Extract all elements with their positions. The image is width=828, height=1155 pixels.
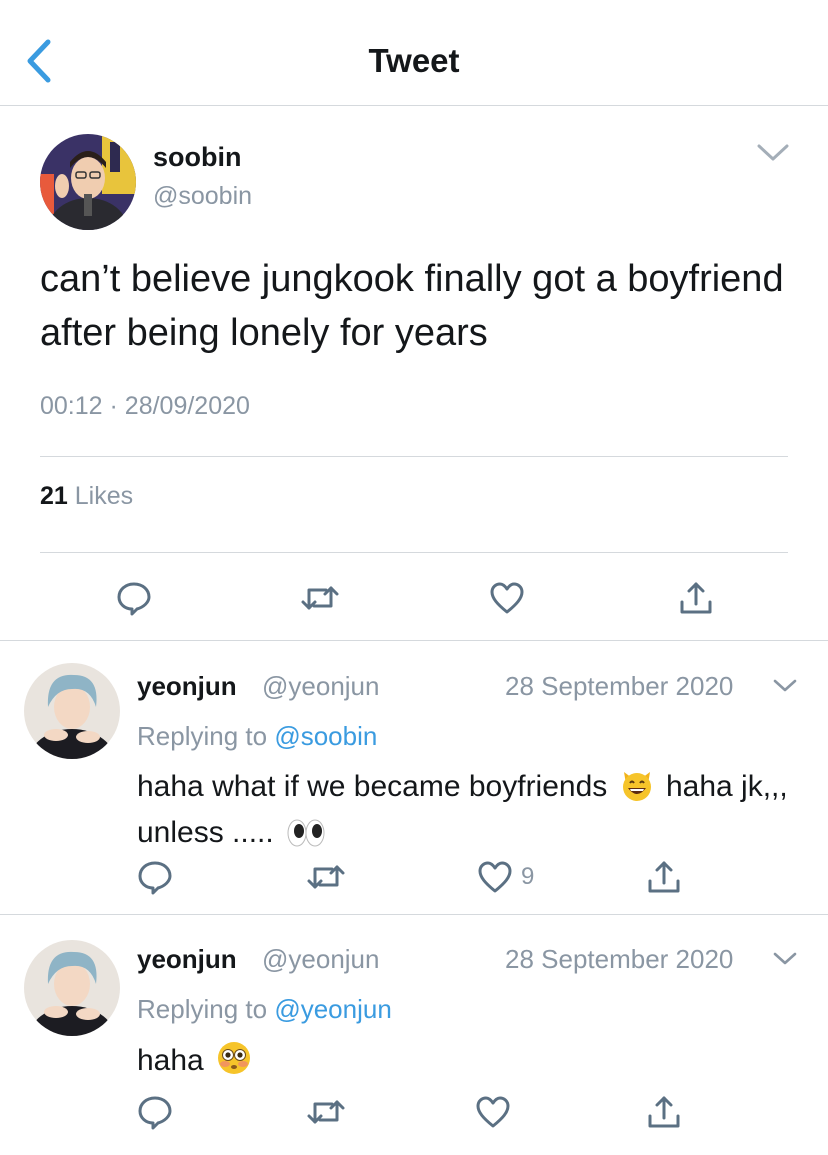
tweet-time: 00:12 xyxy=(40,392,103,420)
display-name[interactable]: soobin xyxy=(153,142,242,173)
heart-icon xyxy=(478,861,512,893)
tweet-date: 28/09/2020 xyxy=(124,392,250,420)
like-button[interactable] xyxy=(489,580,525,616)
share-button[interactable] xyxy=(678,580,714,616)
divider xyxy=(40,456,788,457)
flushed-face-emoji xyxy=(216,1040,252,1087)
reply-tweet[interactable]: yeonjun @yeonjun 28 September 2020 Reply… xyxy=(0,641,828,915)
reply-button[interactable] xyxy=(137,859,173,895)
heart-icon xyxy=(476,1096,510,1128)
share-button[interactable] xyxy=(646,859,682,895)
chevron-down-icon xyxy=(773,679,797,692)
avatar[interactable] xyxy=(24,940,120,1036)
retweet-button[interactable] xyxy=(300,580,340,616)
comment-icon xyxy=(117,582,151,616)
replying-to: Replying to @yeonjun xyxy=(137,994,392,1025)
chevron-down-icon xyxy=(757,144,789,161)
share-icon xyxy=(680,582,712,614)
user-handle[interactable]: @soobin xyxy=(153,182,252,211)
reply-button[interactable] xyxy=(116,580,152,616)
tweet-text: can’t believe jungkook finally got a boy… xyxy=(40,258,784,354)
replying-to: Replying to @soobin xyxy=(137,721,377,752)
likes-count: 21 xyxy=(40,482,68,510)
heart-icon xyxy=(490,582,524,614)
share-icon xyxy=(648,1096,680,1128)
reply-text-part: haha what if we became boyfriends xyxy=(137,770,608,803)
reply-text: haha what if we became boyfriends haha j… xyxy=(137,767,797,859)
retweet-icon xyxy=(307,1100,345,1124)
reply-date: 28 September 2020 xyxy=(505,944,734,974)
reply-button[interactable] xyxy=(137,1094,173,1130)
more-options-button[interactable] xyxy=(772,950,798,968)
share-button[interactable] xyxy=(646,1094,682,1130)
replying-prefix: Replying to xyxy=(137,721,268,751)
like-button[interactable] xyxy=(477,859,513,895)
more-options-button[interactable] xyxy=(772,677,798,695)
reply-tweet[interactable]: yeonjun @yeonjun 28 September 2020 Reply… xyxy=(0,916,828,1155)
likes-summary[interactable]: 21 Likes xyxy=(40,482,133,511)
meta-separator: · xyxy=(109,392,118,420)
main-tweet: soobin @soobin can’t believe jungkook fi… xyxy=(0,106,828,641)
divider xyxy=(40,552,788,553)
retweet-icon xyxy=(301,586,339,610)
reply-text: haha xyxy=(137,1040,797,1087)
display-name[interactable]: yeonjun xyxy=(137,944,237,975)
comment-icon xyxy=(138,861,172,895)
user-handle[interactable]: @yeonjun xyxy=(262,944,379,975)
display-name[interactable]: yeonjun xyxy=(137,671,237,702)
retweet-button[interactable] xyxy=(306,1094,346,1130)
reply-date: 28 September 2020 xyxy=(505,671,734,701)
top-bar: Tweet xyxy=(0,0,828,106)
retweet-button[interactable] xyxy=(306,859,346,895)
avatar[interactable] xyxy=(24,663,120,759)
like-count: 9 xyxy=(521,863,535,890)
comment-icon xyxy=(138,1096,172,1130)
mention-link[interactable]: @soobin xyxy=(274,721,377,751)
chevron-down-icon xyxy=(773,952,797,965)
share-icon xyxy=(648,861,680,893)
like-button[interactable] xyxy=(475,1094,511,1130)
replying-prefix: Replying to xyxy=(137,994,268,1024)
tweet-timestamp: 00:12 · 28/09/2020 xyxy=(40,392,250,421)
more-options-button[interactable] xyxy=(756,142,790,164)
mention-link[interactable]: @yeonjun xyxy=(274,994,391,1024)
eyes-emoji xyxy=(286,818,326,859)
page-title: Tweet xyxy=(368,42,460,79)
likes-label: Likes xyxy=(74,482,134,510)
grinning-cat-emoji xyxy=(620,768,654,813)
reply-text-part: haha xyxy=(137,1044,204,1077)
avatar[interactable] xyxy=(40,134,136,230)
retweet-icon xyxy=(307,865,345,889)
user-handle[interactable]: @yeonjun xyxy=(262,671,379,702)
